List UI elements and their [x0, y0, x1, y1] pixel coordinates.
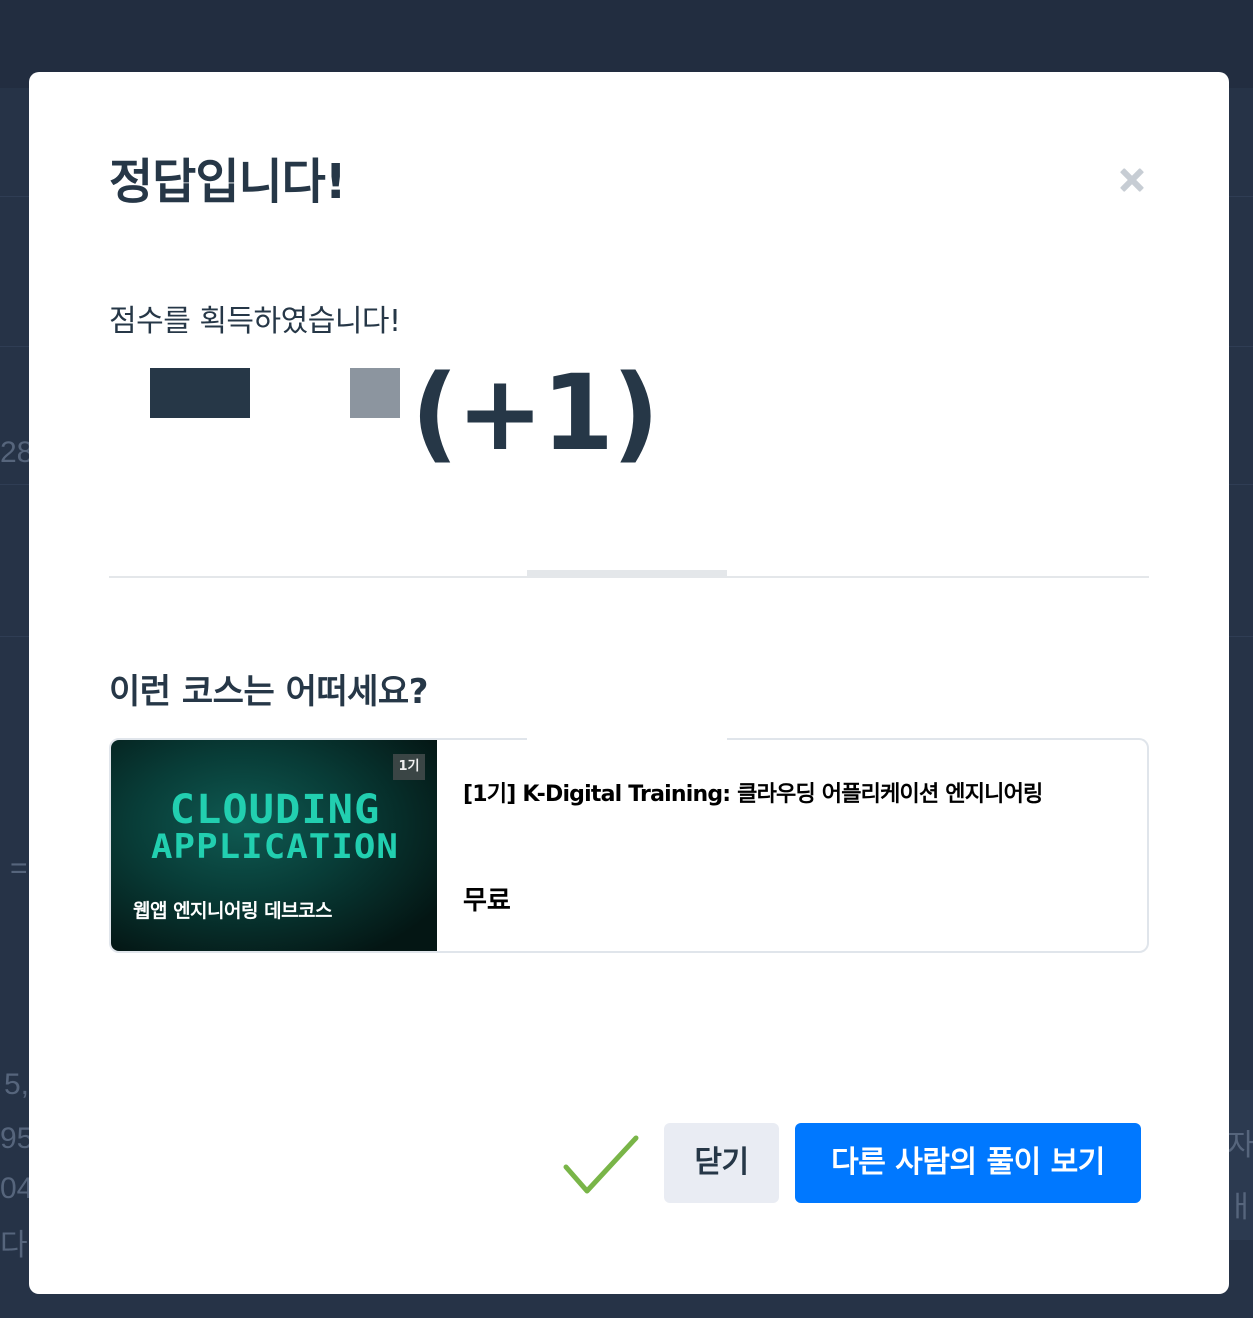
recommend-title: 이런 코스는 어떠세요? — [109, 672, 428, 712]
check-icon — [563, 1135, 639, 1194]
modal-title: 정답입니다! — [109, 154, 347, 210]
thumbnail-logo-line2: APPLICATION — [151, 827, 399, 867]
course-thumbnail: 1기 CLOUDING APPLICATION 웹앱 엔지니어링 데브코스 — [111, 740, 437, 951]
course-card[interactable]: 1기 CLOUDING APPLICATION 웹앱 엔지니어링 데브코스 [1… — [109, 738, 1149, 953]
course-name[interactable]: [1기] K-Digital Training: 클라우딩 어플리케이션 엔지니… — [463, 776, 1123, 808]
cohort-badge: 1기 — [393, 754, 425, 780]
close-icon[interactable] — [1117, 165, 1147, 195]
view-others-solutions-button[interactable]: 다른 사람의 풀이 보기 — [795, 1123, 1141, 1203]
result-modal: 정답입니다! 점수를 획득하였습니다! (+1) 이런 코스는 어떠세요? 1기… — [29, 72, 1229, 1294]
score-redacted-block — [150, 368, 250, 418]
score-gain: (+1) — [411, 352, 660, 474]
background-text: 5, — [4, 1068, 30, 1101]
course-price: 무료 — [463, 886, 511, 916]
thumbnail-logo-line1: CLOUDING — [169, 787, 381, 833]
score-message: 점수를 획득하였습니다! — [109, 304, 401, 339]
score-redacted-block — [350, 368, 400, 418]
divider-tab — [527, 570, 727, 577]
card-notch — [527, 734, 727, 742]
background-text: ㅐ — [1227, 1191, 1253, 1224]
close-button[interactable]: 닫기 — [664, 1123, 779, 1203]
background-panel: 자 ㅐ — [1227, 1090, 1253, 1240]
thumbnail-subtitle: 웹앱 엔지니어링 데브코스 — [133, 900, 333, 922]
background-text: = — [10, 852, 28, 885]
background-text: 자 — [1227, 1129, 1253, 1162]
